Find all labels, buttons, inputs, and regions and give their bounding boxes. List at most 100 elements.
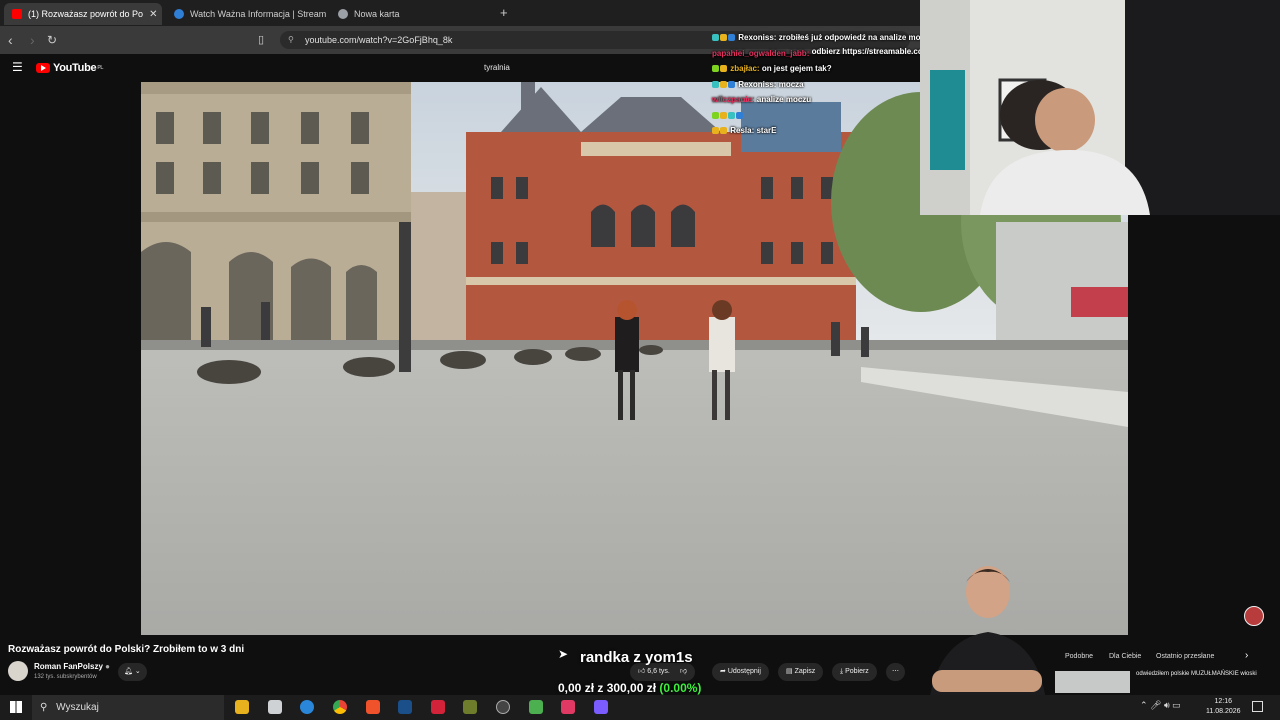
chat-badge-icon <box>728 111 735 119</box>
chat-badge-icon <box>712 111 719 119</box>
tab-youtube[interactable]: (1) Rozważasz powrót do Po ✕ <box>4 3 162 25</box>
youtube-country-code: PL <box>97 65 104 71</box>
download-label: Pobierz <box>845 668 869 675</box>
reload-icon[interactable]: ↻ <box>47 32 57 48</box>
chat-badge-icon <box>712 127 719 134</box>
youtube-favicon-icon <box>12 9 22 19</box>
more-actions-button[interactable]: ⋯ <box>886 663 905 681</box>
recommended-thumbnail[interactable] <box>1055 671 1130 693</box>
app-red-icon[interactable] <box>431 700 445 714</box>
video-title: Rozważasz powrót do Polski? Zrobiłem to … <box>8 644 245 655</box>
tab-label: (1) Rozważasz powrót do Po <box>28 9 144 19</box>
share-button[interactable]: ➦ Udostępnij <box>712 663 769 681</box>
streamable-favicon-icon <box>174 9 184 19</box>
forward-arrow-icon[interactable]: › <box>30 32 35 48</box>
mouse-cursor-icon: ➤ <box>558 647 569 661</box>
thumbs-down-icon[interactable]: 👎︎ <box>680 668 687 675</box>
goal-progress: 0,00 zł z 300,00 zł (0.00%) <box>558 681 701 695</box>
save-button[interactable]: ▤ Zapisz <box>778 663 824 681</box>
discord-icon[interactable] <box>594 700 608 714</box>
share-icon: ➦ <box>720 668 726 675</box>
chat-username: Resla: <box>730 126 755 135</box>
bell-icon: 🔔︎ <box>124 668 133 675</box>
chat-badge-icon <box>728 34 735 41</box>
chat-badge-icon <box>720 111 727 119</box>
app-icon[interactable] <box>268 700 282 714</box>
chat-username: zbajłac: <box>730 64 760 73</box>
channel-name-text: Roman FanPolszy <box>34 662 103 671</box>
file-explorer-icon[interactable] <box>235 700 249 714</box>
app-icon[interactable] <box>529 700 543 714</box>
streamer-webcam <box>920 0 1280 215</box>
bookmark-icon[interactable]: ▯ <box>258 32 264 48</box>
edge-icon[interactable] <box>300 700 314 714</box>
notifications-icon[interactable] <box>1252 701 1263 712</box>
menu-icon[interactable]: ☰ <box>12 60 23 74</box>
viewer-avatar[interactable] <box>1244 606 1264 626</box>
chat-badge-icon <box>720 34 727 41</box>
brave-icon[interactable] <box>366 700 380 714</box>
search-input[interactable]: tyralnia <box>484 63 510 72</box>
tab-label: Watch Ważna Informacja | Streamab <box>190 9 326 19</box>
chat-badge-icon <box>736 111 743 119</box>
tab-label: Nowa karta <box>354 9 400 19</box>
tab-streamable[interactable]: Watch Ważna Informacja | Streamab <box>166 3 326 25</box>
notifications-bell-button[interactable]: 🔔︎ ⌄ <box>118 663 147 681</box>
goal-amount: 0,00 zł z 300,00 zł <box>558 681 657 695</box>
thumbs-up-icon: 👍︎ <box>638 668 646 675</box>
save-label: Zapisz <box>794 668 816 675</box>
chat-badge-icon <box>728 80 735 88</box>
chat-badge-icon <box>712 65 719 72</box>
chip-ostatnio-przeslane[interactable]: Ostatnio przesłane <box>1156 650 1214 664</box>
new-tab-favicon-icon <box>338 9 348 19</box>
download-icon: ⤓ <box>840 668 844 675</box>
youtube-logo[interactable]: YouTube PL <box>36 62 103 74</box>
youtube-logo-text: YouTube <box>53 62 97 74</box>
chat-badge-icon <box>720 127 727 134</box>
app-green-icon[interactable] <box>463 700 477 714</box>
channel-avatar[interactable] <box>8 661 28 681</box>
goal-percent: (0.00%) <box>659 681 702 695</box>
save-icon: ▤ <box>786 668 793 675</box>
browser-tab-strip: (1) Rozważasz powrót do Po ✕ Watch Ważna… <box>0 0 920 26</box>
tab-new[interactable]: Nowa karta <box>330 3 490 25</box>
back-arrow-icon[interactable]: ‹ <box>8 32 13 48</box>
goal-title: randka z yom1s <box>580 649 693 666</box>
address-url: youtube.com/watch?v=2GoFjBhq_8k <box>305 35 453 45</box>
chat-text: mocza <box>778 79 804 89</box>
system-tray-icons[interactable]: ⌃ 🎤︎ 🔊︎ ▭ <box>1140 700 1181 711</box>
app-icon[interactable] <box>561 700 575 714</box>
channel-name[interactable]: Roman FanPolszy ● <box>34 662 110 671</box>
new-tab-button[interactable]: + <box>500 5 508 20</box>
like-count: 6,6 tys. <box>647 668 670 675</box>
chat-badge-icon <box>712 34 719 41</box>
windows-start-icon[interactable] <box>10 701 22 713</box>
obs-icon[interactable] <box>496 700 510 714</box>
chat-username: Rexoniss: <box>738 79 777 89</box>
site-info-icon[interactable]: ⚲ <box>288 31 294 49</box>
recommended-title[interactable]: odwiedziłem polskie MUZUŁMAŃSKIE wioski <box>1136 670 1266 679</box>
chat-text: starE <box>756 126 777 135</box>
chat-username: wilczpanie: <box>712 95 755 104</box>
share-label: Udostępnij <box>727 668 761 675</box>
search-icon: ⚲ <box>40 702 48 713</box>
chat-badge-icon <box>720 80 727 88</box>
chevron-down-icon: ⌄ <box>134 668 141 675</box>
taskbar-clock[interactable]: 12:16 11.08.2026 <box>1206 697 1241 717</box>
youtube-play-icon <box>36 63 50 73</box>
clock-time: 12:16 <box>1214 698 1233 705</box>
download-button[interactable]: ⤓ Pobierz <box>832 663 877 681</box>
chevron-right-icon[interactable]: › <box>1245 650 1248 661</box>
subscriber-count: 132 tys. subskrybentów <box>34 674 97 680</box>
chrome-icon[interactable] <box>333 700 347 714</box>
chat-text: zrobiłeś już odpowiedź na analize moczu? <box>778 33 939 42</box>
steam-icon[interactable] <box>398 700 412 714</box>
close-tab-icon[interactable]: ✕ <box>143 9 157 20</box>
chat-text: analize moczu <box>756 95 812 104</box>
webcam-feed <box>920 0 1280 215</box>
chat-text: on jest gejem tak? <box>761 64 832 73</box>
chip-dla-ciebie[interactable]: Dla Ciebie <box>1109 650 1141 664</box>
chip-podobne[interactable]: Podobne <box>1065 650 1093 664</box>
taskbar-search[interactable]: ⚲ Wyszukaj <box>32 695 224 720</box>
taskbar-search-placeholder: Wyszukaj <box>56 702 99 713</box>
